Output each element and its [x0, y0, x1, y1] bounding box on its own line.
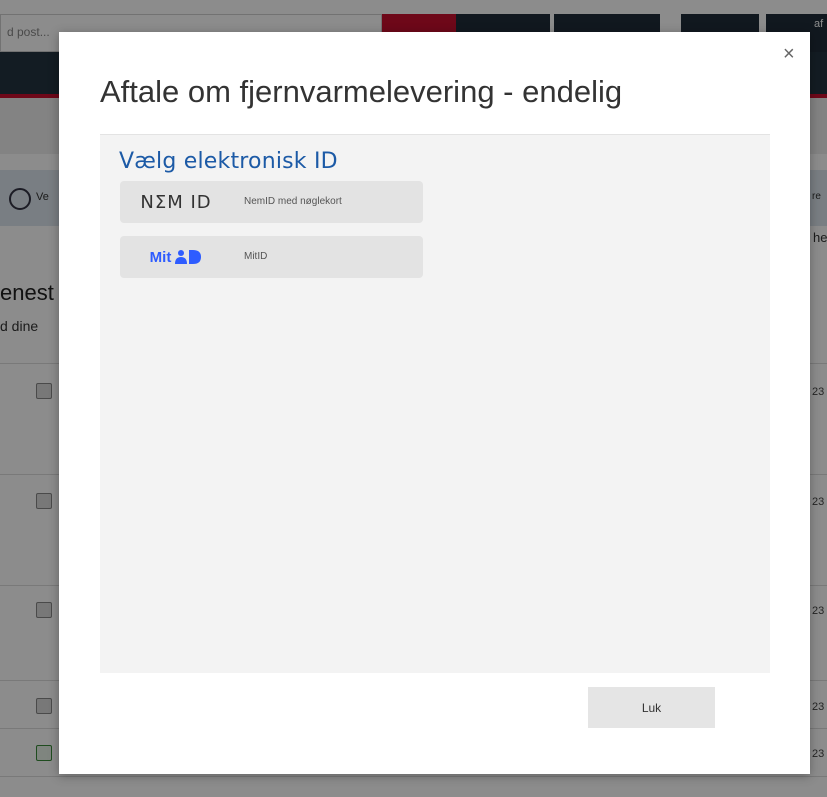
close-icon[interactable]: × [783, 44, 795, 64]
eid-panel: Vælg elektronisk ID NΣM ID NemID med nøg… [100, 134, 770, 673]
close-button[interactable]: Luk [588, 687, 715, 728]
mitid-button[interactable]: Mit MitID [120, 236, 423, 278]
signing-modal: × Aftale om fjernvarmelevering - endelig… [59, 32, 810, 774]
nemid-button[interactable]: NΣM ID NemID med nøglekort [120, 181, 423, 223]
nemid-label: NemID med nøglekort [244, 196, 342, 207]
modal-title: Aftale om fjernvarmelevering - endelig [100, 74, 623, 109]
panel-heading: Vælg elektronisk ID [119, 149, 338, 174]
mitid-label: MitID [244, 251, 268, 262]
nemid-logo-text: NΣM ID [140, 191, 212, 213]
mitid-logo-text: Mit [149, 248, 172, 266]
mitid-person-icon [175, 250, 202, 264]
mitid-logo-icon: Mit [120, 236, 232, 278]
nemid-logo-icon: NΣM ID [120, 181, 232, 223]
